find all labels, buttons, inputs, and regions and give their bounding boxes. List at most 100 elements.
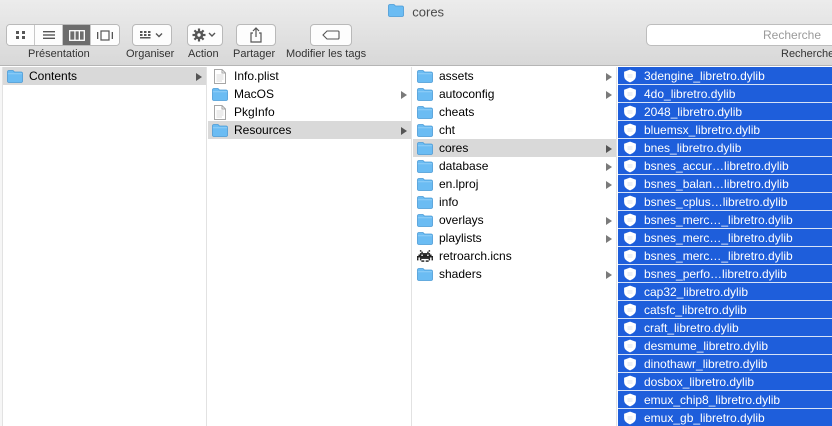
file-row[interactable]: Info.plist <box>208 67 411 85</box>
arrange-button[interactable] <box>132 24 172 46</box>
file-name: cap32_libretro.dylib <box>644 284 749 299</box>
file-row[interactable]: bsnes_perfo…libretro.dylib <box>618 265 832 283</box>
file-row[interactable]: cht <box>413 121 616 139</box>
dylib-icon <box>622 302 638 318</box>
dylib-icon <box>622 212 638 228</box>
file-row[interactable]: bsnes_merc…_libretro.dylib <box>618 247 832 265</box>
file-row[interactable]: craft_libretro.dylib <box>618 319 832 337</box>
toolbar: cores Présentation Organiser Action Part… <box>0 0 832 66</box>
file-row[interactable]: info <box>413 193 616 211</box>
file-row[interactable]: bsnes_cplus…libretro.dylib <box>618 193 832 211</box>
dylib-icon <box>622 176 638 192</box>
file-row[interactable]: database <box>413 157 616 175</box>
folder-icon <box>417 140 433 156</box>
file-name: Info.plist <box>234 69 279 83</box>
gear-icon <box>192 28 216 42</box>
folder-icon <box>7 68 23 84</box>
file-row[interactable]: catsfc_libretro.dylib <box>618 301 832 319</box>
dylib-icon <box>622 86 638 102</box>
folder-icon <box>417 104 433 120</box>
share-button[interactable] <box>236 24 276 46</box>
list-view-button[interactable] <box>35 25 63 45</box>
file-name: assets <box>439 69 474 83</box>
folder-icon <box>417 86 433 102</box>
presentation-label: Présentation <box>28 48 90 60</box>
file-row[interactable]: bsnes_merc…_libretro.dylib <box>618 211 832 229</box>
file-row[interactable]: Resources <box>208 121 411 139</box>
file-row[interactable]: bsnes_balan…libretro.dylib <box>618 175 832 193</box>
file-name: desmume_libretro.dylib <box>644 338 769 353</box>
disclosure-arrow-icon <box>195 71 203 81</box>
file-row[interactable]: dinothawr_libretro.dylib <box>618 355 832 373</box>
file-row[interactable]: MacOS <box>208 85 411 103</box>
file-row[interactable]: dosbox_libretro.dylib <box>618 373 832 391</box>
action-button[interactable] <box>187 24 223 46</box>
folder-icon <box>417 212 433 228</box>
file-row[interactable]: emux_chip8_libretro.dylib <box>618 391 832 409</box>
search-input[interactable] <box>763 28 832 42</box>
file-name: retroarch.icns <box>439 249 512 263</box>
dylib-icon <box>622 194 638 210</box>
file-row[interactable]: bluemsx_libretro.dylib <box>618 121 832 139</box>
column-2[interactable]: Info.plist MacOS PkgInfo Resources <box>208 67 412 426</box>
file-name: bsnes_cplus…libretro.dylib <box>644 194 788 209</box>
search-field[interactable] <box>646 24 832 46</box>
file-row[interactable]: emux_gb_libretro.dylib <box>618 409 832 426</box>
file-name: bsnes_merc…_libretro.dylib <box>644 212 793 227</box>
file-name: emux_chip8_libretro.dylib <box>644 392 781 407</box>
column-view-button[interactable] <box>63 25 91 45</box>
dylib-icon <box>622 374 638 390</box>
file-row[interactable]: 2048_libretro.dylib <box>618 103 832 121</box>
file-row[interactable]: bsnes_accur…libretro.dylib <box>618 157 832 175</box>
file-row[interactable]: playlists <box>413 229 616 247</box>
file-row[interactable]: shaders <box>413 265 616 283</box>
file-row[interactable]: Contents <box>3 67 206 85</box>
column-4[interactable]: 3dengine_libretro.dylib 4do_libretro.dyli… <box>618 67 832 426</box>
search-label: Recherche <box>781 48 832 60</box>
edit-tags-button[interactable] <box>310 24 352 46</box>
dylib-icon <box>622 284 638 300</box>
file-row[interactable]: 3dengine_libretro.dylib <box>618 67 832 85</box>
file-row[interactable]: bsnes_merc…_libretro.dylib <box>618 229 832 247</box>
file-row[interactable]: cap32_libretro.dylib <box>618 283 832 301</box>
file-row[interactable]: retroarch.icns <box>413 247 616 265</box>
disclosure-arrow-icon <box>605 233 613 243</box>
share-icon <box>250 27 262 43</box>
column-3[interactable]: assets autoconfig cheats cht cores database en… <box>413 67 617 426</box>
file-row[interactable]: desmume_libretro.dylib <box>618 337 832 355</box>
folder-icon <box>212 122 228 138</box>
folder-icon <box>417 266 433 282</box>
dylib-icon <box>622 104 638 120</box>
dylib-icon <box>622 338 638 354</box>
icon-view-button[interactable] <box>7 25 35 45</box>
column-1[interactable]: Contents <box>3 67 207 426</box>
dylib-icon <box>622 140 638 156</box>
disclosure-arrow-icon <box>605 89 613 99</box>
file-row[interactable]: assets <box>413 67 616 85</box>
file-row[interactable]: cheats <box>413 103 616 121</box>
file-row[interactable]: en.lproj <box>413 175 616 193</box>
file-row[interactable]: bnes_libretro.dylib <box>618 139 832 157</box>
file-row[interactable]: PkgInfo <box>208 103 411 121</box>
file-row[interactable]: 4do_libretro.dylib <box>618 85 832 103</box>
file-name: Resources <box>234 123 292 137</box>
file-row[interactable]: autoconfig <box>413 85 616 103</box>
disclosure-arrow-icon <box>605 143 613 153</box>
window-title: cores <box>412 4 445 20</box>
file-name: shaders <box>439 267 482 281</box>
disclosure-arrow-icon <box>605 269 613 279</box>
folder-icon <box>388 4 404 20</box>
file-row[interactable]: cores <box>413 139 616 157</box>
file-row[interactable]: overlays <box>413 211 616 229</box>
folder-icon <box>417 158 433 174</box>
file-name: Contents <box>29 69 78 83</box>
window-title-bar: cores <box>0 4 832 20</box>
file-name: 2048_libretro.dylib <box>644 104 743 119</box>
tags-label: Modifier les tags <box>286 48 367 60</box>
folder-icon <box>417 176 433 192</box>
file-name: overlays <box>439 213 484 227</box>
disclosure-arrow-icon <box>605 215 613 225</box>
disclosure-arrow-icon <box>605 161 613 171</box>
coverflow-view-button[interactable] <box>91 25 119 45</box>
file-name: dosbox_libretro.dylib <box>644 374 755 389</box>
